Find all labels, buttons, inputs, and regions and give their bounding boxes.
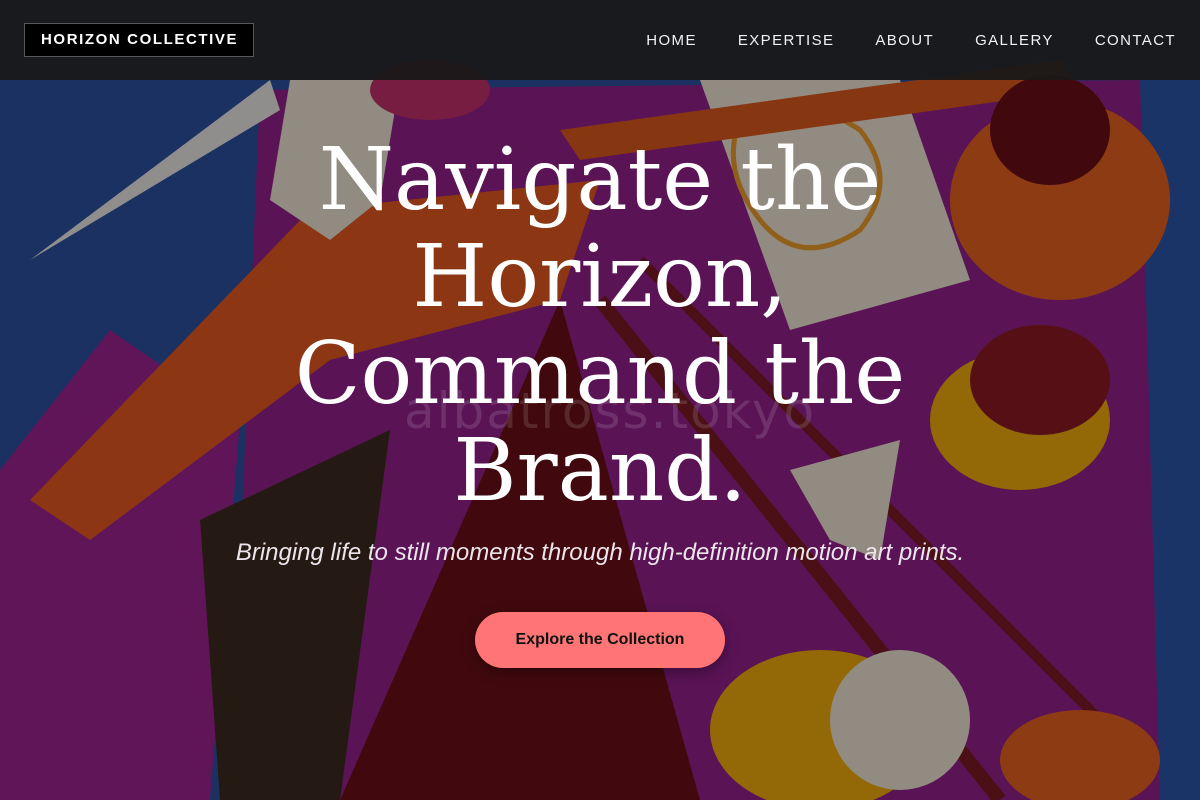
nav-link-gallery[interactable]: GALLERY — [975, 32, 1054, 49]
headline-line-1: Navigate the — [318, 130, 882, 230]
hero-tagline: Bringing life to still moments through h… — [235, 539, 965, 566]
explore-collection-button[interactable]: Explore the Collection — [475, 612, 725, 668]
nav-links: HOME EXPERTISE ABOUT GALLERY CONTACT — [646, 32, 1176, 49]
headline-line-3: Command the — [294, 324, 906, 424]
nav-link-contact[interactable]: CONTACT — [1095, 32, 1176, 49]
hero-section: albatross.tokyo Navigate the Horizon, Co… — [0, 0, 1200, 800]
hero-content: Navigate the Horizon, Command the Brand.… — [0, 0, 1200, 800]
headline-line-2: Horizon, — [412, 227, 788, 327]
brand-logo[interactable]: HORIZON COLLECTIVE — [24, 23, 255, 57]
hero-headline: Navigate the Horizon, Command the Brand. — [0, 132, 1200, 520]
nav-link-about[interactable]: ABOUT — [875, 32, 934, 49]
headline-line-4: Brand. — [453, 421, 747, 521]
nav-link-expertise[interactable]: EXPERTISE — [738, 32, 835, 49]
top-navbar: HORIZON COLLECTIVE HOME EXPERTISE ABOUT … — [0, 0, 1200, 80]
nav-link-home[interactable]: HOME — [646, 32, 697, 49]
